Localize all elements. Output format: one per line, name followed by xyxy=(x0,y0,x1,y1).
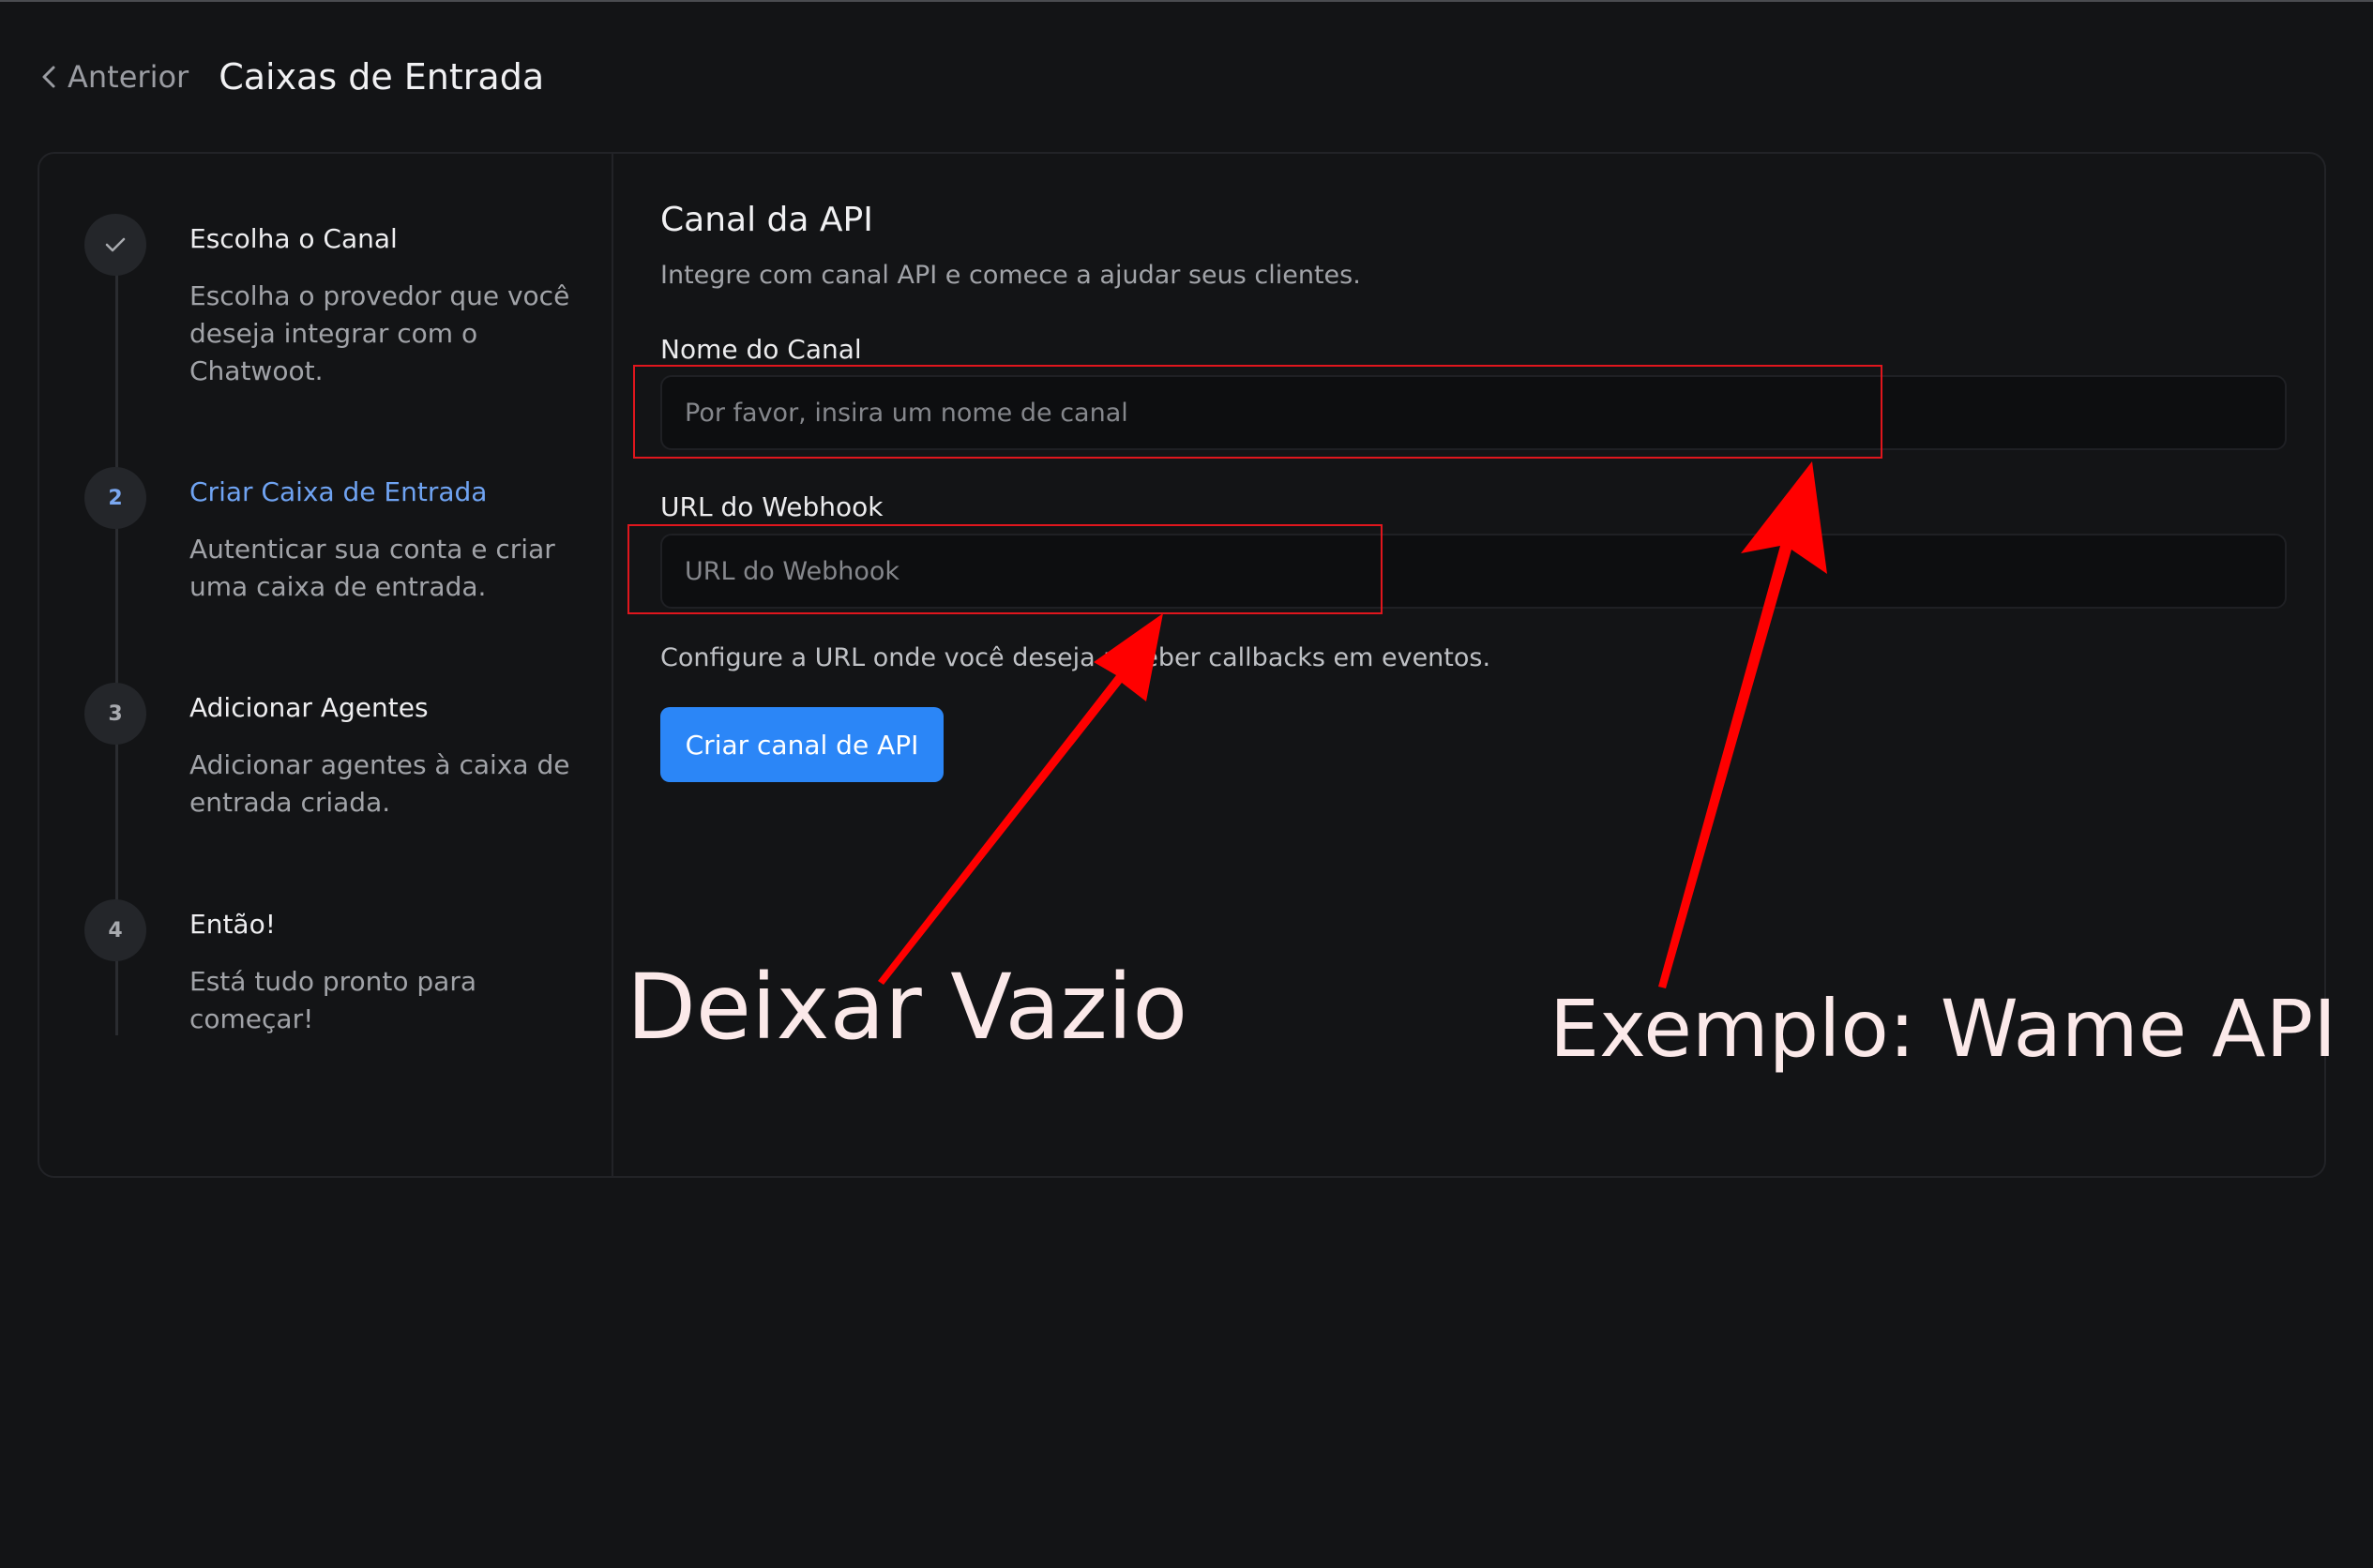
form-description: Integre com canal API e comece a ajudar … xyxy=(660,261,1361,290)
step-1-marker xyxy=(84,214,146,276)
step-3-description: Adicionar agentes à caixa de entrada cri… xyxy=(189,749,570,818)
window-top-border xyxy=(0,0,2373,2)
check-icon xyxy=(105,237,126,252)
step-4-marker: 4 xyxy=(84,899,146,961)
chevron-left-icon xyxy=(42,66,55,88)
inbox-wizard-card: Escolha o Canal Escolha o provedor que v… xyxy=(38,152,2326,1178)
webhook-url-input[interactable] xyxy=(660,534,2287,609)
back-label: Anterior xyxy=(68,59,189,95)
page-header: Anterior Caixas de Entrada xyxy=(38,49,544,105)
channel-name-input[interactable] xyxy=(660,375,2287,450)
webhook-help-text: Configure a URL onde você deseja receber… xyxy=(660,643,1491,672)
step-4-description: Está tudo pronto para começar! xyxy=(189,966,477,1034)
form-title: Canal da API xyxy=(660,201,873,239)
step-1-description: Escolha o provedor que você deseja integ… xyxy=(189,280,570,386)
create-api-channel-button[interactable]: Criar canal de API xyxy=(660,707,944,782)
step-2-title: Criar Caixa de Entrada xyxy=(189,476,488,507)
back-button[interactable]: Anterior xyxy=(38,59,189,95)
step-3-marker: 3 xyxy=(84,683,146,745)
step-4-title: Então! xyxy=(189,909,276,940)
page-title: Caixas de Entrada xyxy=(219,56,545,98)
webhook-url-label: URL do Webhook xyxy=(660,491,884,522)
step-2-description: Autenticar sua conta e criar uma caixa d… xyxy=(189,534,555,602)
step-1-title: Escolha o Canal xyxy=(189,223,398,254)
step-3-title: Adicionar Agentes xyxy=(189,692,429,723)
wizard-steps-sidebar: Escolha o Canal Escolha o provedor que v… xyxy=(39,154,613,1176)
channel-name-label: Nome do Canal xyxy=(660,334,862,365)
step-2-marker: 2 xyxy=(84,467,146,529)
